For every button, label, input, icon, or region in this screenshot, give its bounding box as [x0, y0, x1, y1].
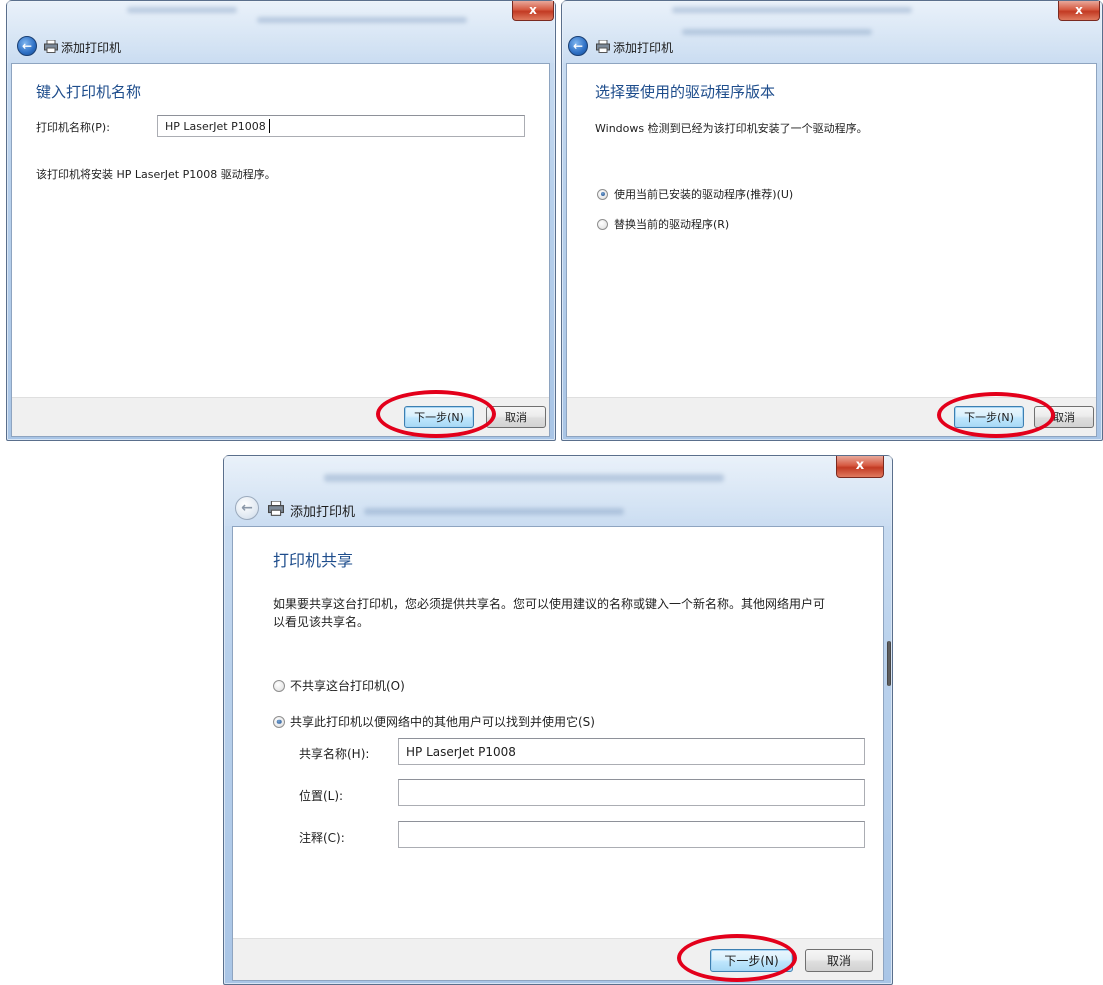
close-button[interactable]: x: [1058, 1, 1100, 21]
location-input[interactable]: [398, 779, 865, 806]
use-current-driver-option[interactable]: 使用当前已安装的驱动程序(推荐)(U): [597, 186, 793, 202]
dialog-footer: 下一步(N) 取消: [567, 397, 1096, 436]
content-area: 打印机共享 如果要共享这台打印机，您必须提供共享名。您可以使用建议的名称或键入一…: [232, 526, 884, 981]
printer-name-input[interactable]: HP LaserJet P1008: [157, 115, 525, 137]
back-arrow-icon: ←: [21, 39, 33, 53]
comment-input[interactable]: [398, 821, 865, 848]
close-icon: x: [855, 458, 865, 473]
back-button[interactable]: ←: [568, 36, 588, 56]
close-icon: x: [1075, 3, 1083, 17]
next-button[interactable]: 下一步(N): [404, 406, 474, 428]
share-option[interactable]: 共享此打印机以便网络中的其他用户可以找到并使用它(S): [273, 713, 595, 730]
back-arrow-icon: ←: [572, 39, 584, 53]
radio-unselected-icon[interactable]: [597, 218, 608, 230]
cancel-button[interactable]: 取消: [1034, 406, 1094, 428]
printer-icon: [268, 501, 284, 516]
sharing-description-line2: 以看见该共享名。: [273, 615, 370, 629]
back-button[interactable]: ←: [17, 36, 37, 56]
blurred-background: [324, 474, 724, 482]
add-printer-dialog-driver: x ← 添加打印机 选择要使用的驱动程序版本 Windows 检测到已经为该打印…: [561, 0, 1103, 441]
replace-driver-option[interactable]: 替换当前的驱动程序(R): [597, 216, 729, 232]
comment-label: 注释(C):: [299, 831, 345, 845]
dialog-title: 添加打印机: [61, 41, 122, 55]
window-edge: [887, 641, 891, 686]
radio-selected-icon[interactable]: [597, 188, 608, 200]
share-name-label: 共享名称(H):: [299, 747, 370, 761]
close-icon: x: [529, 3, 537, 17]
driver-detected-text: Windows 检测到已经为该打印机安装了一个驱动程序。: [595, 122, 868, 135]
sharing-description-line1: 如果要共享这台打印机，您必须提供共享名。您可以使用建议的名称或键入一个新名称。其…: [273, 597, 826, 611]
no-share-option[interactable]: 不共享这台打印机(O): [273, 677, 405, 694]
close-button[interactable]: x: [512, 1, 554, 21]
location-label: 位置(L):: [299, 789, 344, 803]
add-printer-dialog-name: x ← 添加打印机 键入打印机名称 打印机名称(P): HP LaserJet …: [6, 0, 556, 441]
printer-name-value: HP LaserJet P1008: [165, 119, 266, 133]
dialog-title: 添加打印机: [290, 505, 356, 520]
blurred-background: [257, 17, 467, 23]
content-area: 选择要使用的驱动程序版本 Windows 检测到已经为该打印机安装了一个驱动程序…: [566, 63, 1097, 437]
page-heading: 键入打印机名称: [36, 83, 142, 101]
blurred-background: [127, 7, 237, 13]
blurred-background: [364, 508, 624, 515]
share-name-input[interactable]: HP LaserJet P1008: [398, 738, 865, 765]
content-area: 键入打印机名称 打印机名称(P): HP LaserJet P1008 该打印机…: [11, 63, 550, 437]
printer-icon: [44, 40, 58, 53]
blurred-background: [672, 7, 912, 13]
radio-unselected-icon[interactable]: [273, 679, 285, 692]
cancel-button[interactable]: 取消: [805, 949, 873, 972]
share-label: 共享此打印机以便网络中的其他用户可以找到并使用它(S): [290, 715, 595, 729]
no-share-label: 不共享这台打印机(O): [290, 679, 405, 693]
dialog-footer: 下一步(N) 取消: [12, 397, 549, 436]
dialog-title: 添加打印机: [613, 41, 674, 55]
share-name-value: HP LaserJet P1008: [406, 744, 516, 759]
next-button[interactable]: 下一步(N): [710, 949, 793, 972]
printer-icon: [596, 40, 610, 53]
back-arrow-icon: ←: [241, 500, 253, 516]
replace-driver-label: 替换当前的驱动程序(R): [614, 218, 730, 231]
radio-selected-icon[interactable]: [273, 715, 285, 728]
close-button[interactable]: x: [836, 456, 884, 478]
driver-info-text: 该打印机将安装 HP LaserJet P1008 驱动程序。: [36, 168, 276, 181]
page-heading: 选择要使用的驱动程序版本: [595, 83, 776, 101]
dialog-footer: 下一步(N) 取消: [233, 938, 883, 980]
use-current-driver-label: 使用当前已安装的驱动程序(推荐)(U): [614, 188, 794, 201]
add-printer-dialog-sharing: x ← 添加打印机 打印机共享 如果要共享这台打印机，您必须提供共享名。您可以使…: [223, 455, 893, 985]
page-heading: 打印机共享: [273, 551, 354, 570]
cancel-button[interactable]: 取消: [486, 406, 546, 428]
blurred-background: [682, 29, 872, 35]
printer-name-label: 打印机名称(P):: [36, 121, 110, 134]
next-button[interactable]: 下一步(N): [954, 406, 1024, 428]
back-button[interactable]: ←: [235, 496, 259, 520]
